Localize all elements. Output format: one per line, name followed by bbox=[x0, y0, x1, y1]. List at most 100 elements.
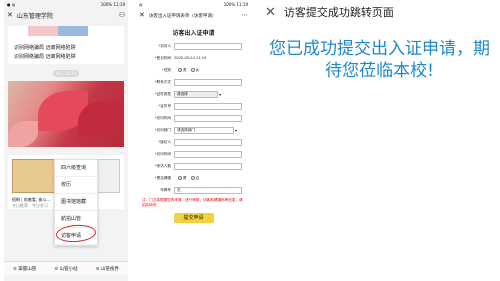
form-row: *性别男女 bbox=[136, 64, 251, 76]
form-row: *访问人 bbox=[136, 40, 251, 52]
radio-label: 是 bbox=[183, 175, 187, 180]
form-title: 访客出入证申请 bbox=[172, 30, 215, 37]
text-field[interactable] bbox=[174, 42, 242, 50]
timestamp-badge: 昨天 16:25 bbox=[53, 70, 79, 77]
field-label: *来访人数 bbox=[142, 164, 174, 169]
tab-station[interactable]: ≡ 山管小站 bbox=[54, 266, 77, 272]
field-label: *是否健康 bbox=[142, 176, 174, 181]
more-icon[interactable]: ⋯ bbox=[241, 12, 248, 19]
chevron-down-icon[interactable]: ▾ bbox=[235, 128, 237, 133]
success-message: 您已成功提交出入证申请，期待您莅临本校! bbox=[269, 39, 490, 81]
field-label-text: 性别 bbox=[163, 67, 171, 72]
text-field[interactable] bbox=[174, 162, 242, 170]
form-row: *登记时间 2020-09-24 11:19 bbox=[136, 52, 251, 64]
text-field[interactable] bbox=[174, 114, 242, 122]
field-label-text: 联系方式 bbox=[156, 79, 171, 84]
field-label: *证件类型 bbox=[142, 92, 174, 97]
radio-button[interactable] bbox=[178, 67, 182, 72]
form-row: *联系方式 bbox=[136, 76, 251, 88]
radio-button[interactable] bbox=[190, 67, 195, 72]
field-label: *访问人 bbox=[142, 44, 174, 49]
form-note: 注：门卫将根据您的申请，进行审核，访客和健康码等信息，请如实填写。 bbox=[142, 198, 243, 207]
school-home-screen: ● ◍ 100% 11:19 ✕ 山东管理学院 ⚇ 识别网络骗局 远离网络陷阱 … bbox=[4, 0, 128, 281]
field-label: *访问时间 bbox=[142, 116, 174, 121]
close-icon[interactable]: ✕ bbox=[7, 12, 13, 19]
form-row: *证件号 bbox=[136, 100, 251, 112]
select-field[interactable]: 请选择 bbox=[174, 90, 218, 98]
radio-group: 男女 bbox=[174, 67, 200, 73]
notice-banner[interactable]: 识别网络骗局 远离网络陷阱 识别网络骗局 远离网络陷阱 bbox=[8, 26, 124, 64]
field-label-text: 来访人数 bbox=[156, 163, 171, 168]
radio-label: 否 bbox=[195, 175, 200, 180]
field-label-text: 访问部门 bbox=[156, 127, 171, 132]
field-label-text: 访问时间 bbox=[156, 115, 171, 120]
banner-line-2: 识别网络骗局 远离网络陷阱 bbox=[14, 54, 76, 60]
radio-button[interactable] bbox=[190, 175, 195, 180]
form-row: *访问部门 请选择部门 ▾ bbox=[136, 124, 251, 136]
field-label-text: 访问时间 bbox=[156, 151, 171, 156]
radio-label: 女 bbox=[195, 67, 200, 72]
top-bar: ✕ 山东管理学院 ⚇ bbox=[4, 9, 128, 22]
form-row: 车牌号无 bbox=[136, 184, 251, 196]
page-title: 访客出入证申请表单（访客申请） bbox=[148, 13, 217, 19]
field-label-text: 证件类型 bbox=[156, 91, 171, 96]
form-row: *访问时间 bbox=[136, 148, 251, 160]
field-label-text: 接访人 bbox=[160, 139, 171, 144]
autumn-leaf-photo[interactable] bbox=[8, 81, 124, 147]
form-row: *访问时间 bbox=[136, 112, 251, 124]
field-label-text: 是否健康 bbox=[156, 175, 171, 180]
tab-view[interactable]: ≡ 山管视界 bbox=[96, 266, 119, 272]
field-label: *联系方式 bbox=[142, 80, 174, 85]
status-bar: ◍ 100% 11:19 bbox=[136, 0, 251, 9]
form-row: *是否健康是否 bbox=[136, 172, 251, 184]
bottom-tab-bar: ≡ 掌握山管 ≡ 山管小站 ≡ 山管视界 bbox=[4, 261, 128, 275]
text-field[interactable] bbox=[174, 78, 242, 86]
field-label: *接访人 bbox=[142, 140, 174, 145]
menu-item-cet-query[interactable]: 四六级查询 bbox=[55, 160, 97, 177]
form-fields: *访问人 *登记时间 2020-09-24 11:19 *性别男女 *联系方式 *证件类型… bbox=[136, 40, 251, 196]
field-label-text: 访问人 bbox=[160, 43, 171, 48]
banner-line-1: 识别网络骗局 远离网络陷阱 bbox=[14, 45, 76, 51]
status-right: 100% 11:19 bbox=[223, 2, 248, 7]
text-field[interactable] bbox=[174, 150, 242, 158]
top-bar: ✕ 访客提交成功跳转页面 bbox=[259, 0, 500, 24]
field-label: *证件号 bbox=[142, 104, 174, 109]
visitor-form-screen: ◍ 100% 11:19 ✕ 访客出入证申请表单（访客申请） ⋯ 访客出入证申请… bbox=[136, 0, 251, 281]
form-row: *来访人数 bbox=[136, 160, 251, 172]
chevron-down-icon[interactable]: ▾ bbox=[219, 92, 221, 97]
field-label: 车牌号 bbox=[142, 188, 174, 193]
banner-graphic-2 bbox=[58, 26, 88, 36]
user-icon[interactable]: ⚇ bbox=[119, 12, 125, 19]
radio-button[interactable] bbox=[178, 175, 182, 180]
text-field[interactable] bbox=[174, 138, 242, 146]
field-label: *访问时间 bbox=[142, 152, 174, 157]
field-label-text: 证件号 bbox=[160, 103, 171, 108]
tab-home[interactable]: ≡ 掌握山管 bbox=[13, 266, 36, 272]
text-field[interactable] bbox=[174, 102, 242, 110]
select-field[interactable]: 请选择部门 bbox=[174, 126, 234, 134]
status-bar: ● ◍ 100% 11:19 bbox=[4, 0, 128, 9]
top-bar: ✕ 访客出入证申请表单（访客申请） ⋯ bbox=[136, 9, 251, 22]
radio-group: 是否 bbox=[174, 175, 200, 181]
submit-button[interactable]: 提交申请 bbox=[173, 213, 214, 223]
field-label-text: 登记时间 bbox=[156, 55, 171, 60]
menu-item-library[interactable]: 图书馆馆藏 bbox=[55, 194, 97, 211]
success-screen: ✕ 访客提交成功跳转页面 您已成功提交出入证申请，期待您莅临本校! bbox=[259, 0, 500, 281]
status-right: 100% 11:19 bbox=[100, 2, 125, 7]
page-title: 访客提交成功跳转页面 bbox=[283, 6, 394, 19]
page-title: 山东管理学院 bbox=[16, 13, 53, 20]
status-left: ◍ bbox=[139, 2, 143, 7]
field-label: *访问部门 bbox=[142, 128, 174, 133]
close-icon[interactable]: ✕ bbox=[139, 12, 145, 19]
close-icon[interactable]: ✕ bbox=[265, 5, 276, 20]
article-subcaption: 今日推荐 · 今日学习 bbox=[12, 203, 48, 208]
form-row: *证件类型 请选择 ▾ bbox=[136, 88, 251, 100]
field-label: *性别 bbox=[142, 68, 174, 73]
form-row: *接访人 bbox=[136, 136, 251, 148]
text-field[interactable]: 无 bbox=[174, 186, 242, 194]
menu-item-calendar[interactable]: 校历 bbox=[55, 177, 97, 194]
field-label-text: 车牌号 bbox=[160, 187, 171, 192]
registration-time: 2020-09-24 11:19 bbox=[174, 56, 207, 60]
status-left: ● ◍ bbox=[7, 2, 16, 7]
field-label: *登记时间 bbox=[142, 56, 174, 61]
